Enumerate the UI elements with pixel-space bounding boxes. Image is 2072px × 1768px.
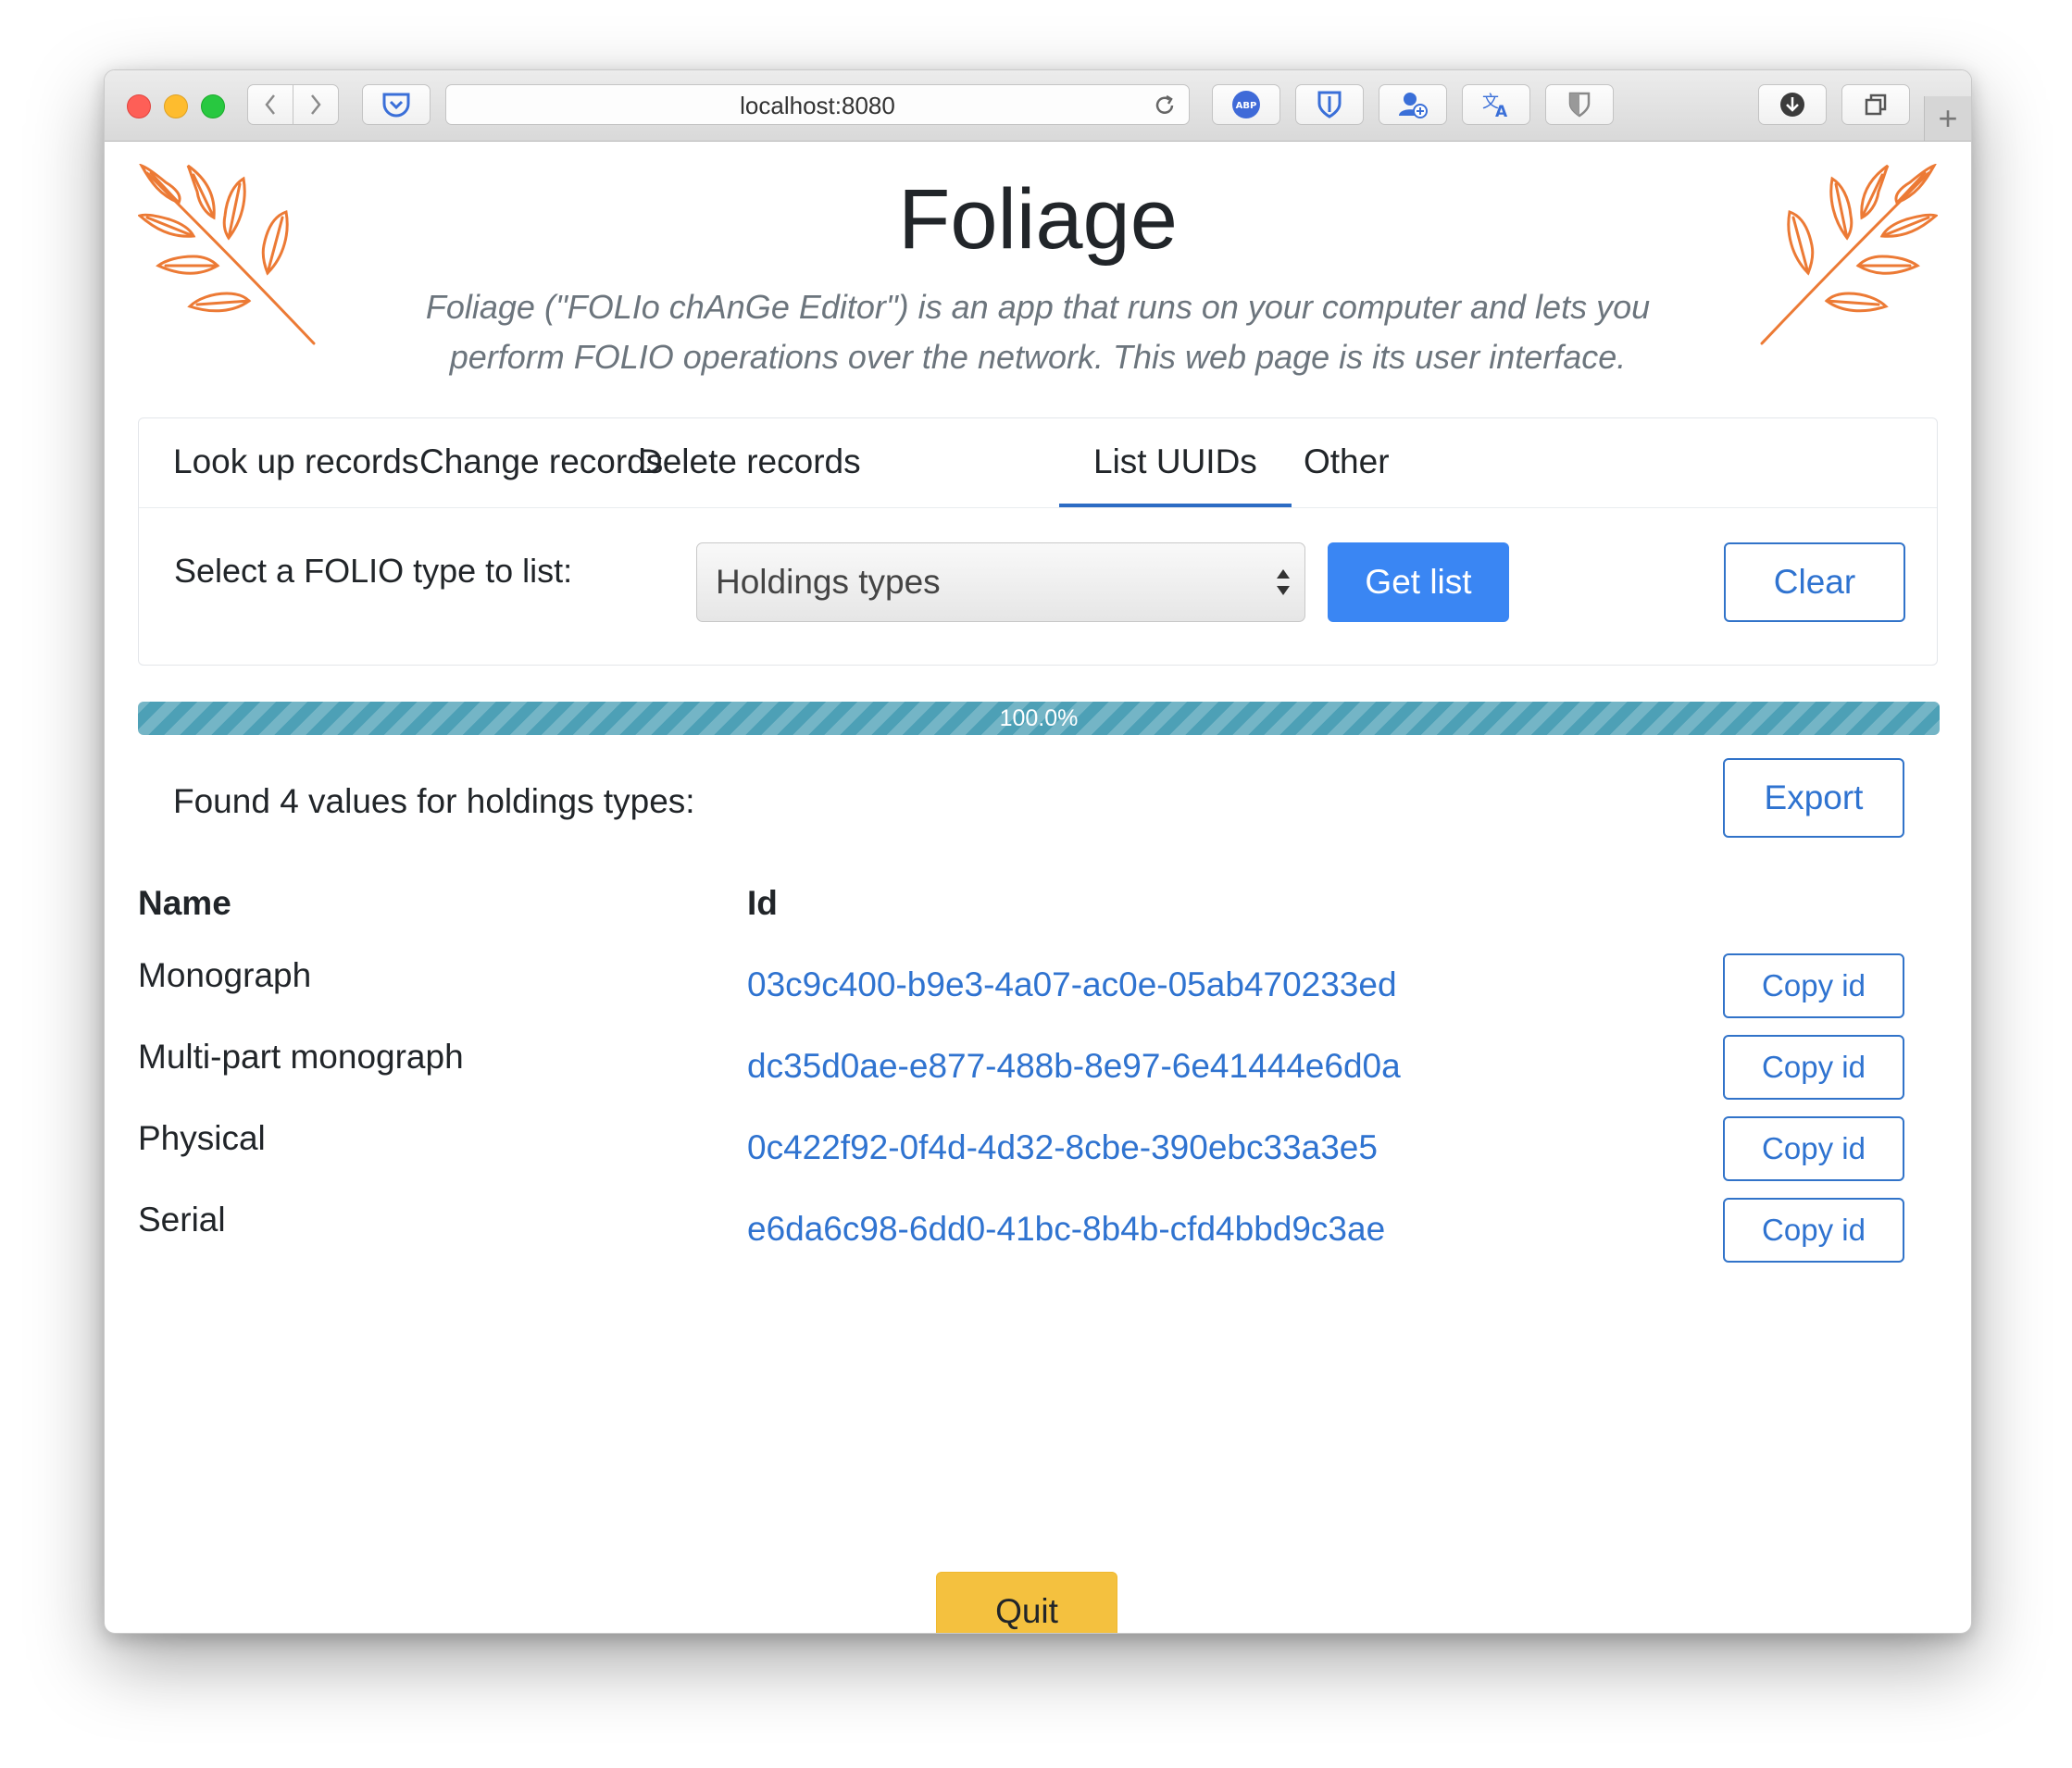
privacy-shield-button[interactable] <box>1545 84 1614 125</box>
row-id-link[interactable]: 03c9c400-b9e3-4a07-ac0e-05ab470233ed <box>747 965 1397 1004</box>
clear-button[interactable]: Clear <box>1724 542 1905 622</box>
quit-button[interactable]: Quit <box>936 1572 1117 1633</box>
column-header-id: Id <box>747 884 778 922</box>
tabs-overview-button[interactable] <box>1841 84 1910 125</box>
row-id-link[interactable]: dc35d0ae-e877-488b-8e97-6e41444e6d0a <box>747 1047 1401 1086</box>
adblock-button[interactable]: ABP <box>1212 84 1280 125</box>
tab-other[interactable]: Other <box>1269 418 1424 507</box>
selected-type-value: Holdings types <box>716 563 941 601</box>
page-content: Foliage Foliage ("FOLIo chAnGe Editor") … <box>105 142 1971 1633</box>
download-button[interactable] <box>1758 84 1827 125</box>
progress-bar: 100.0% <box>138 702 1940 735</box>
row-id-link[interactable]: e6da6c98-6dd0-41bc-8b4b-cfd4bbd9c3ae <box>747 1210 1385 1249</box>
folio-type-select[interactable]: Holdings types <box>696 542 1305 622</box>
svg-text:ABP: ABP <box>1236 101 1257 111</box>
browser-window: localhost:8080 ABP 文A + Foliage Foliage … <box>104 69 1972 1634</box>
adblock-icon: ABP <box>1232 91 1260 118</box>
pocket-icon <box>382 93 410 118</box>
operations-card: Look up records Change records Delete re… <box>138 417 1938 666</box>
close-window-button[interactable] <box>127 94 151 118</box>
zoom-window-button[interactable] <box>201 94 225 118</box>
app-title: Foliage <box>898 172 1178 267</box>
tabs-overview-icon <box>1865 93 1887 116</box>
copy-id-button[interactable]: Copy id <box>1723 1035 1904 1100</box>
minimize-window-button[interactable] <box>164 94 188 118</box>
tab-bar: Look up records Change records Delete re… <box>139 418 1937 508</box>
tab-delete-records[interactable]: Delete records <box>604 418 895 507</box>
tab-list-uuids[interactable]: List UUIDs <box>1059 418 1292 507</box>
user-add-button[interactable] <box>1379 84 1447 125</box>
progress-label: 100.0% <box>999 705 1079 731</box>
new-tab-button[interactable]: + <box>1924 96 1971 141</box>
reload-icon[interactable] <box>1152 93 1178 118</box>
row-name: Monograph <box>138 956 312 994</box>
translate-icon: 文A <box>1482 93 1508 118</box>
copy-id-button[interactable]: Copy id <box>1723 953 1904 1018</box>
copy-id-button[interactable]: Copy id <box>1723 1116 1904 1181</box>
select-arrows-icon <box>1277 569 1290 595</box>
address-bar[interactable]: localhost:8080 <box>445 84 1190 125</box>
privacy-shield-icon <box>1568 92 1591 118</box>
bitwarden-icon <box>1317 91 1342 118</box>
app-description: Foliage ("FOLIo chAnGe Editor") is an ap… <box>425 288 1651 376</box>
translate-button[interactable]: 文A <box>1462 84 1530 125</box>
forward-button[interactable] <box>293 84 339 125</box>
back-icon <box>265 94 275 115</box>
svg-text:A: A <box>1495 103 1508 118</box>
download-icon <box>1780 93 1804 117</box>
back-button[interactable] <box>247 84 293 125</box>
select-type-label: Select a FOLIO type to list: <box>174 552 573 590</box>
user-add-icon <box>1399 93 1428 118</box>
row-name: Physical <box>138 1119 266 1157</box>
bitwarden-button[interactable] <box>1295 84 1364 125</box>
forward-icon <box>311 94 321 115</box>
row-name: Multi-part monograph <box>138 1038 464 1076</box>
new-tab-icon: + <box>1938 99 1958 137</box>
get-list-button[interactable]: Get list <box>1328 542 1509 622</box>
column-header-name: Name <box>138 884 231 922</box>
row-id-link[interactable]: 0c422f92-0f4d-4d32-8cbe-390ebc33a3e5 <box>747 1128 1378 1167</box>
url-text: localhost:8080 <box>740 92 895 119</box>
row-name: Serial <box>138 1201 226 1239</box>
copy-id-button[interactable]: Copy id <box>1723 1198 1904 1263</box>
results-summary: Found 4 values for holdings types: <box>173 782 695 820</box>
pocket-button[interactable] <box>362 84 431 125</box>
browser-toolbar: localhost:8080 ABP 文A + <box>105 70 1971 142</box>
export-button[interactable]: Export <box>1723 758 1904 838</box>
